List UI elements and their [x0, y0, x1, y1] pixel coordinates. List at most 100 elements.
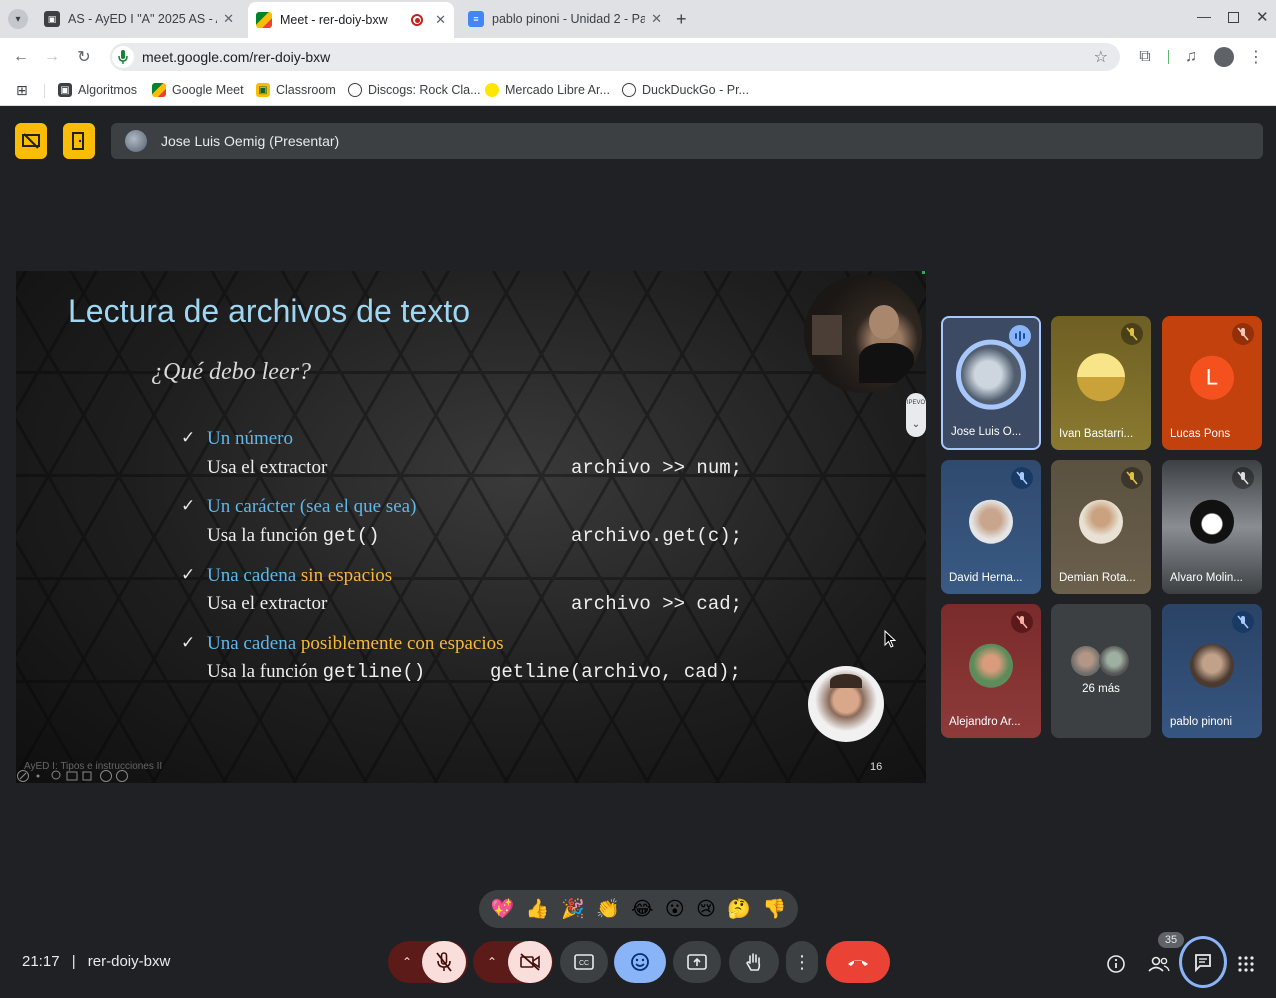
reaction-thumbs-up[interactable]: 👍 [526, 897, 550, 921]
bookmark-google-meet[interactable]: Google Meet [152, 83, 244, 97]
people-button[interactable] [1146, 951, 1172, 977]
self-view-camera [808, 666, 884, 742]
stop-presentation-button[interactable] [15, 123, 47, 159]
participant-name: pablo pinoni [1170, 716, 1233, 728]
back-arrow-icon[interactable]: ← [10, 46, 32, 68]
browser-menu-icon[interactable]: ⋮ [1245, 46, 1267, 68]
participant-tile[interactable]: Alvaro Molin... [1162, 460, 1262, 594]
participant-tile[interactable]: David Herna... [941, 460, 1041, 594]
chevron-down-icon[interactable]: ⌄ [912, 419, 920, 430]
participant-avatar [969, 499, 1013, 544]
participant-avatar [956, 339, 1026, 410]
slide-item-2: ✓ Un carácter (sea el que sea) [181, 496, 417, 517]
hand-icon [746, 953, 761, 971]
slide-item-3-code: archivo >> cad; [571, 593, 743, 615]
participant-tile[interactable]: pablo pinoni [1162, 604, 1262, 738]
chat-button[interactable] [1179, 936, 1227, 988]
reaction-surprised[interactable]: 😮 [665, 898, 685, 921]
meet-stage: Jose Luis Oemig (Presentar) Lectura de a… [0, 108, 1276, 998]
browser-toolbar: ← → ↻ meet.google.com/rer-doiy-bxw ☆ ⧉ ♫… [0, 38, 1276, 76]
reload-icon[interactable]: ↻ [73, 46, 95, 68]
participant-avatar: L [1190, 355, 1234, 400]
reaction-heart[interactable]: 💖 [491, 897, 515, 921]
profile-avatar[interactable] [1214, 47, 1234, 67]
slide-item-4-desc: Usa la función getline() [207, 661, 426, 683]
captions-button[interactable]: CC [560, 941, 608, 983]
leave-call-button[interactable] [826, 941, 890, 983]
bookmark-discogs[interactable]: Discogs: Rock Cla... [348, 83, 481, 97]
bookmark-mercado-libre[interactable]: Mercado Libre Ar... [485, 83, 610, 97]
tab-docs[interactable]: ≡ pablo pinoni - Unidad 2 - Pa ✕ [460, 4, 670, 34]
meet-favicon-icon [256, 12, 272, 28]
participant-tile[interactable]: Ivan Bastarri... [1051, 316, 1151, 450]
mic-off-icon [1011, 467, 1033, 489]
apps-grid-icon[interactable]: ⊞ [16, 82, 28, 99]
bookmark-classroom[interactable]: ▣ Classroom [256, 83, 336, 97]
address-bar[interactable]: meet.google.com/rer-doiy-bxw ☆ [110, 43, 1120, 71]
participant-avatar [969, 643, 1013, 688]
activities-button[interactable] [1233, 951, 1259, 977]
meeting-details-button[interactable] [1103, 951, 1129, 977]
reaction-clap[interactable]: 👏 [596, 897, 620, 921]
reaction-laugh[interactable]: 😂 [631, 898, 653, 921]
media-control-icon[interactable]: ♫ [1180, 46, 1202, 68]
participant-name: Alvaro Molin... [1170, 572, 1243, 584]
browser-tab-bar: ▾ ▣ AS - AyED I "A" 2025 AS - Al ✕ Meet … [0, 0, 1276, 38]
bookmark-algoritmos[interactable]: ▣ Algoritmos [58, 83, 137, 97]
present-screen-button[interactable] [673, 941, 721, 983]
participant-name: Lucas Pons [1170, 428, 1231, 440]
info-separator: | [71, 953, 76, 970]
reaction-sad[interactable]: 😢 [696, 898, 716, 921]
participant-tile[interactable]: Jose Luis O... [941, 316, 1041, 450]
forward-arrow-icon[interactable]: → [41, 46, 63, 68]
close-tab-icon[interactable]: ✕ [651, 11, 662, 27]
bookmark-star-icon[interactable]: ☆ [1094, 47, 1108, 67]
slide-item-4: ✓ Una cadena posiblemente con espacios [181, 633, 504, 654]
close-tab-icon[interactable]: ✕ [435, 12, 446, 28]
participant-name: Alejandro Ar... [949, 716, 1021, 728]
captions-icon: CC [574, 954, 594, 970]
raise-hand-button[interactable] [729, 941, 779, 983]
url-text[interactable]: meet.google.com/rer-doiy-bxw [142, 49, 330, 65]
more-participants-tile[interactable]: 26 más [1051, 604, 1151, 738]
bookmark-duckduckgo[interactable]: DuckDuckGo - Pr... [622, 83, 749, 97]
extensions-icon[interactable]: ⧉ [1134, 46, 1156, 68]
camera-off-icon [520, 953, 540, 971]
participant-avatar [1077, 353, 1125, 402]
camera-toggle-button[interactable] [508, 941, 552, 983]
reaction-party[interactable]: 🎉 [561, 897, 585, 921]
bookmarks-bar: ⊞ ▣ Algoritmos Google Meet ▣ Classroom Dis… [0, 76, 1276, 106]
minimize-window-button[interactable]: — [1197, 8, 1211, 24]
reaction-thinking[interactable]: 🤔 [727, 897, 751, 921]
camera-feed-controls[interactable]: IPEVO ⌄ [906, 393, 926, 437]
reactions-button[interactable] [614, 941, 666, 983]
more-options-button[interactable]: ⋮ [786, 941, 818, 983]
reaction-thumbs-down[interactable]: 👎 [763, 897, 787, 921]
close-tab-icon[interactable]: ✕ [223, 11, 234, 27]
tab-title: pablo pinoni - Unidad 2 - Pa [492, 12, 646, 26]
participant-tile[interactable]: Alejandro Ar... [941, 604, 1041, 738]
new-tab-button[interactable]: + [676, 9, 687, 30]
slide-item-1-desc: Usa el extractor [207, 457, 328, 478]
info-icon [1107, 955, 1125, 973]
more-vert-icon: ⋮ [793, 951, 811, 972]
mic-off-icon [1121, 467, 1143, 489]
slide-title: Lectura de archivos de texto [68, 293, 471, 329]
close-window-button[interactable]: ✕ [1256, 8, 1269, 26]
tab-classroom[interactable]: ▣ AS - AyED I "A" 2025 AS - Al ✕ [36, 4, 242, 34]
tab-meet[interactable]: Meet - rer-doiy-bxw ✕ [248, 2, 454, 38]
presentation-slide: Lectura de archivos de texto ¿Qué debo l… [16, 271, 926, 783]
slide-item-3: ✓ Una cadena sin espacios [181, 565, 393, 586]
tab-search-button[interactable]: ▾ [8, 9, 28, 29]
slide-controls[interactable] [16, 769, 136, 783]
check-icon: ✓ [181, 565, 196, 584]
slideshow-controls-icon[interactable] [16, 769, 136, 783]
slide-item-1: ✓ Un número [181, 428, 294, 449]
participant-tile[interactable]: Demian Rota... [1051, 460, 1151, 594]
docs-favicon-icon: ≡ [468, 11, 484, 27]
pin-presentation-button[interactable] [63, 123, 95, 159]
maximize-window-button[interactable] [1228, 12, 1239, 23]
site-mic-icon[interactable] [112, 46, 134, 68]
participant-tile[interactable]: L Lucas Pons [1162, 316, 1262, 450]
mic-toggle-button[interactable] [422, 941, 466, 983]
